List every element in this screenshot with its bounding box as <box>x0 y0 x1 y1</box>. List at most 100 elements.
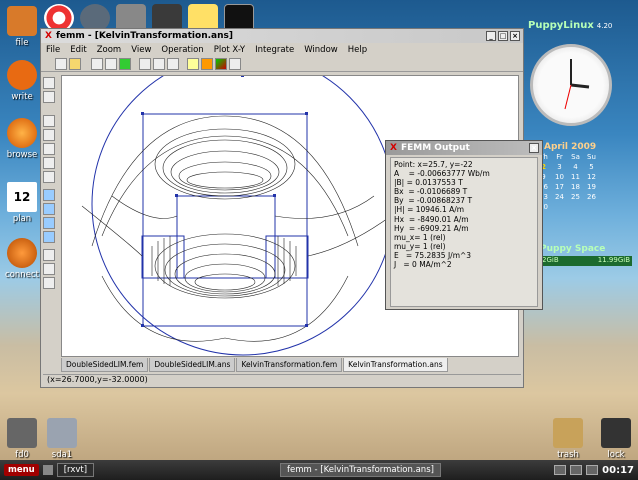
pan-down-icon[interactable] <box>43 203 55 215</box>
desktop-switch-icon[interactable] <box>42 465 53 475</box>
calendar-row: 9 10 11 12 <box>541 173 596 181</box>
menu-help[interactable]: Help <box>347 45 368 55</box>
maximize-button[interactable]: □ <box>498 31 508 41</box>
analog-clock <box>530 44 612 126</box>
pan-right-icon[interactable] <box>43 231 55 243</box>
menu-window[interactable]: Window <box>303 45 339 55</box>
menu-file[interactable]: File <box>45 45 61 55</box>
globe-icon <box>7 118 37 148</box>
output-line: E = 75.2835 J/m^3 <box>394 250 472 260</box>
tab-kelvintransformation-ans[interactable]: KelvinTransformation.ans <box>343 358 448 372</box>
desktop-icon-browse[interactable]: browse <box>0 118 44 160</box>
task-femm[interactable]: femm - [KelvinTransformation.ans] <box>280 463 441 477</box>
calendar-headers: Th Fr Sa Su <box>539 153 596 161</box>
left-toolbar <box>43 77 57 291</box>
tray-battery-icon[interactable] <box>586 465 599 475</box>
vector-plot-icon[interactable] <box>201 57 213 70</box>
zoom-in-icon[interactable] <box>43 115 55 127</box>
grid-snap-icon[interactable] <box>43 263 55 275</box>
floppy-icon <box>7 418 37 448</box>
menu-zoom[interactable]: Zoom <box>96 45 123 55</box>
open-file-icon[interactable] <box>69 57 81 70</box>
desktop-icon-write[interactable]: write <box>0 60 44 102</box>
grid-size-icon[interactable] <box>43 277 55 289</box>
close-button[interactable]: × <box>510 31 520 41</box>
minimize-button[interactable]: _ <box>486 31 496 41</box>
output-line: By = -0.00868237 T <box>394 196 473 206</box>
desktop-icon-sda1[interactable]: sda1 <box>40 418 84 460</box>
tray-volume-icon[interactable] <box>570 465 583 475</box>
tray-network-icon[interactable] <box>554 465 567 475</box>
calendar-row: 16 17 18 19 <box>539 183 596 191</box>
output-close-button[interactable]: × <box>529 143 539 153</box>
pan-up-icon[interactable] <box>43 189 55 201</box>
output-titlebar[interactable]: X FEMM Output × <box>386 141 542 155</box>
pointer-icon[interactable] <box>229 57 241 70</box>
output-line: |H| = 10946.1 A/m <box>394 205 465 215</box>
select-icon[interactable] <box>43 77 55 89</box>
density-plot-icon[interactable] <box>187 57 199 70</box>
taskbar-clock[interactable]: 00:17 <box>602 465 634 476</box>
trash-icon <box>553 418 583 448</box>
femm-output-window[interactable]: X FEMM Output × Point: x=25.7, y=-22 A = … <box>385 140 543 310</box>
desktop-icon-plan[interactable]: 12 plan <box>0 182 44 224</box>
desktop-icon-fd0[interactable]: fd0 <box>0 418 44 460</box>
calendar-row: 2345 <box>541 163 594 171</box>
zoom-natural-icon[interactable] <box>43 157 55 169</box>
tab-kelvintransformation-fem[interactable]: KelvinTransformation.fem <box>236 358 343 372</box>
edit-icon[interactable] <box>43 91 55 103</box>
tab-doublesidedlim-fem[interactable]: DoubleSidedLIM.fem <box>61 358 149 372</box>
menu-integrate[interactable]: Integrate <box>254 45 295 55</box>
output-line: J = 0 MA/m^2 <box>394 260 452 270</box>
color-plot-icon[interactable] <box>215 57 227 70</box>
taskbar: menu [rxvt] femm - [KelvinTransformation… <box>0 460 638 480</box>
equation-icon[interactable] <box>167 57 179 70</box>
zoom-reset-icon[interactable] <box>43 171 55 183</box>
pan-left-icon[interactable] <box>43 217 55 229</box>
area-mode-icon[interactable] <box>119 57 131 70</box>
toolbar <box>41 56 523 72</box>
output-line: Point: x=25.7, y=-22 <box>394 160 473 169</box>
contour-mode-icon[interactable] <box>105 57 117 70</box>
menu-operation[interactable]: Operation <box>160 45 204 55</box>
calendar-title: April 2009 <box>544 142 597 152</box>
menu-edit[interactable]: Edit <box>69 45 87 55</box>
output-line: mu_x= 1 (rel) <box>394 232 446 242</box>
plot-xy-icon[interactable] <box>139 57 151 70</box>
zoom-window-icon[interactable] <box>43 143 55 155</box>
write-icon <box>7 60 37 90</box>
lock-icon <box>601 418 631 448</box>
status-bar: (x=26.7000,y=-32.0000) <box>43 374 521 386</box>
desktop-icon-lock[interactable]: lock <box>594 418 638 460</box>
menu-button[interactable]: menu <box>4 464 39 476</box>
output-line: Hy = -6909.21 A/m <box>394 223 469 233</box>
femm-titlebar[interactable]: X femm - [KelvinTransformation.ans] _ □ … <box>41 29 523 43</box>
calendar-row: 30 <box>539 203 548 211</box>
connect-globe-icon <box>7 238 37 268</box>
puppy-space-title: Puppy Space <box>540 244 606 254</box>
desktop-icon-file[interactable]: file <box>0 6 44 48</box>
menu-plot-xy[interactable]: Plot X-Y <box>213 45 246 55</box>
new-file-icon[interactable] <box>55 57 67 70</box>
document-tabs: DoubleSidedLIM.fem DoubleSidedLIM.ans Ke… <box>61 358 519 372</box>
calendar: Th Fr Sa Su 2345 9 10 11 12 16 17 18 19 23 24 25 26 … <box>538 153 597 213</box>
desktop-icon-connect[interactable]: connect <box>0 238 44 280</box>
output-line: Bx = -0.0106689 T <box>394 187 468 197</box>
calendar-row: 23 24 25 26 <box>539 193 596 201</box>
calendar-icon: 12 <box>7 182 37 212</box>
brand: PuppyLinux 4.20 <box>528 20 613 31</box>
puppy-space-bar: 2GiB 11.99GiB <box>540 256 632 266</box>
integrate-icon[interactable] <box>153 57 165 70</box>
drive-icon <box>47 418 77 448</box>
desktop-icon-trash[interactable]: trash <box>546 418 590 460</box>
femm-logo-icon: X <box>390 143 397 153</box>
femm-logo-icon: X <box>45 31 52 41</box>
task-rxvt[interactable]: [rxvt] <box>56 463 95 477</box>
zoom-out-icon[interactable] <box>43 129 55 141</box>
menu-view[interactable]: View <box>130 45 152 55</box>
point-mode-icon[interactable] <box>91 57 103 70</box>
tab-doublesidedlim-ans[interactable]: DoubleSidedLIM.ans <box>149 358 236 372</box>
output-line: |B| = 0.0137553 T <box>394 178 463 188</box>
grid-icon[interactable] <box>43 249 55 261</box>
menubar: File Edit Zoom View Operation Plot X-Y I… <box>41 43 523 56</box>
